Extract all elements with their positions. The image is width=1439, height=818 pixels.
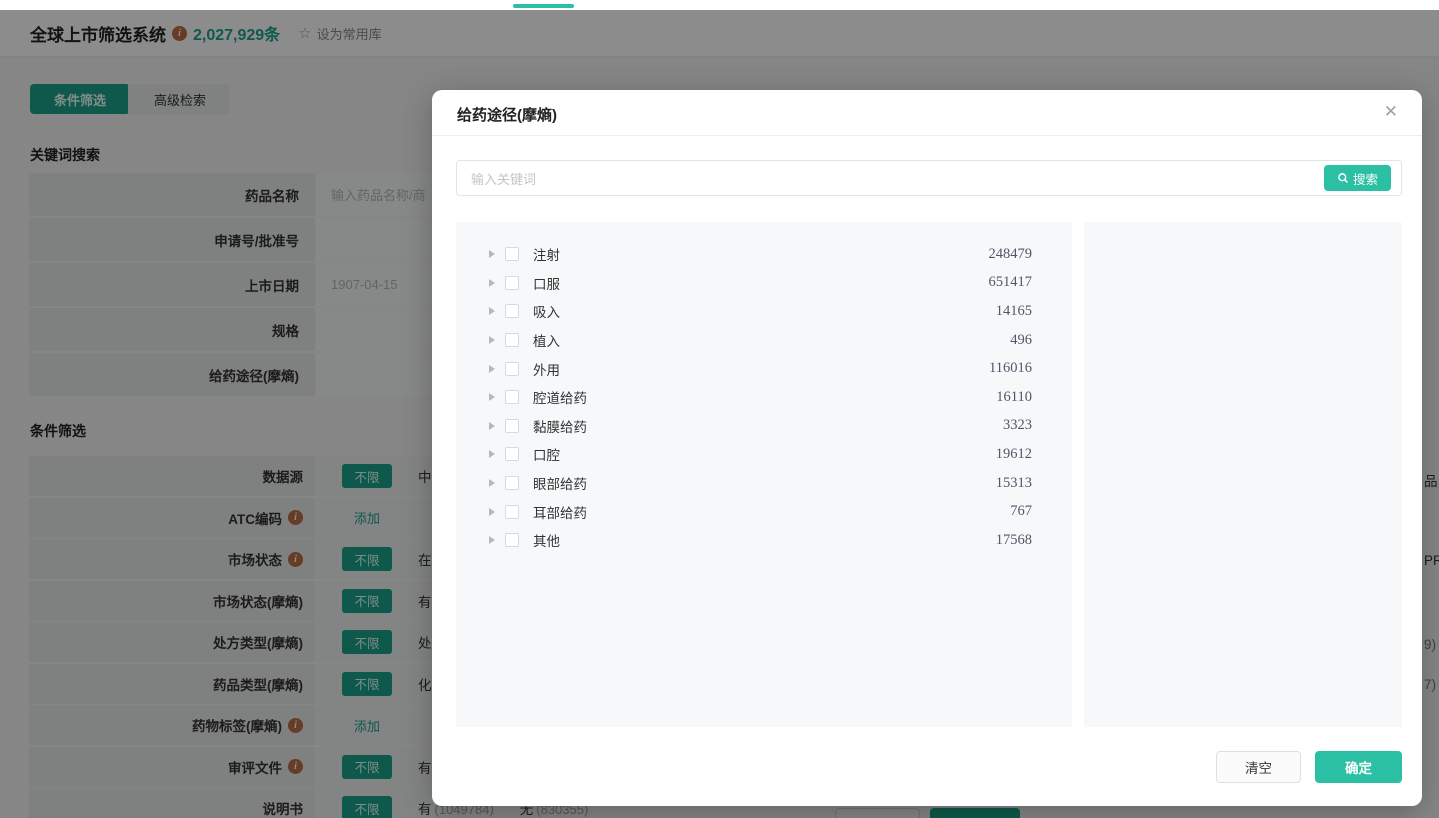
tree-label[interactable]: 吸入: [533, 301, 560, 321]
modal-search-input[interactable]: 输入关键词 搜索: [456, 160, 1402, 196]
clear-button[interactable]: 清空: [1216, 751, 1301, 783]
tree-row: 注射 248479: [456, 240, 1072, 269]
close-icon[interactable]: ✕: [1384, 103, 1398, 120]
search-button[interactable]: 搜索: [1324, 165, 1391, 191]
modal-header: 给药途径(摩熵) ✕: [432, 90, 1422, 136]
expand-caret-icon[interactable]: [489, 479, 495, 487]
route-tree-panel: 注射 248479 口服 651417 吸入 14165: [456, 222, 1072, 727]
search-placeholder: 输入关键词: [457, 169, 1324, 188]
route-of-administration-modal: 给药途径(摩熵) ✕ 输入关键词 搜索 注射 248479: [432, 90, 1422, 806]
tree-label[interactable]: 口服: [533, 273, 560, 293]
tree-label[interactable]: 耳部给药: [533, 502, 587, 522]
selected-items-panel: [1084, 222, 1402, 727]
tree-count: 248479: [989, 246, 1033, 263]
tree-checkbox[interactable]: [505, 333, 519, 347]
tree-label[interactable]: 眼部给药: [533, 473, 587, 493]
tree-checkbox[interactable]: [505, 390, 519, 404]
tree-count: 767: [1010, 503, 1032, 520]
tree-checkbox[interactable]: [505, 533, 519, 547]
tree-row: 眼部给药 15313: [456, 469, 1072, 498]
expand-caret-icon[interactable]: [489, 365, 495, 373]
modal-title: 给药途径(摩熵): [457, 104, 557, 125]
search-icon: [1337, 172, 1349, 184]
expand-caret-icon[interactable]: [489, 508, 495, 516]
modal-footer: 清空 确定: [432, 751, 1422, 783]
tree-row: 耳部给药 767: [456, 497, 1072, 526]
tree-row: 黏膜给药 3323: [456, 412, 1072, 441]
tree-row: 外用 116016: [456, 354, 1072, 383]
expand-caret-icon[interactable]: [489, 422, 495, 430]
tree-checkbox[interactable]: [505, 505, 519, 519]
active-tab-indicator: [513, 4, 574, 8]
tree-checkbox[interactable]: [505, 476, 519, 490]
tree-label[interactable]: 外用: [533, 359, 560, 379]
tree-label[interactable]: 黏膜给药: [533, 416, 587, 436]
top-strip: [0, 0, 1439, 10]
tree-count: 14165: [996, 303, 1032, 320]
tree-checkbox[interactable]: [505, 362, 519, 376]
expand-caret-icon[interactable]: [489, 536, 495, 544]
expand-caret-icon[interactable]: [489, 250, 495, 258]
expand-caret-icon[interactable]: [489, 336, 495, 344]
tree-label[interactable]: 植入: [533, 330, 560, 350]
tree-row: 口服 651417: [456, 269, 1072, 298]
tree-count: 651417: [989, 274, 1033, 291]
tree-checkbox[interactable]: [505, 247, 519, 261]
tree-row: 吸入 14165: [456, 297, 1072, 326]
tree-count: 3323: [1003, 417, 1032, 434]
tree-count: 15313: [996, 475, 1032, 492]
expand-caret-icon[interactable]: [489, 393, 495, 401]
expand-caret-icon[interactable]: [489, 279, 495, 287]
tree-checkbox[interactable]: [505, 447, 519, 461]
tree-label[interactable]: 其他: [533, 530, 560, 550]
confirm-button[interactable]: 确定: [1315, 751, 1402, 783]
expand-caret-icon[interactable]: [489, 307, 495, 315]
tree-count: 17568: [996, 532, 1032, 549]
tree-count: 116016: [989, 360, 1032, 377]
tree-label[interactable]: 口腔: [533, 444, 560, 464]
tree-count: 496: [1010, 332, 1032, 349]
tree-row: 腔道给药 16110: [456, 383, 1072, 412]
tree-checkbox[interactable]: [505, 419, 519, 433]
tree-label[interactable]: 腔道给药: [533, 387, 587, 407]
search-button-label: 搜索: [1353, 169, 1378, 188]
tree-row: 植入 496: [456, 326, 1072, 355]
tree-label[interactable]: 注射: [533, 244, 560, 264]
tree-checkbox[interactable]: [505, 276, 519, 290]
expand-caret-icon[interactable]: [489, 450, 495, 458]
tree-count: 19612: [996, 446, 1032, 463]
tree-row: 口腔 19612: [456, 440, 1072, 469]
tree-row: 其他 17568: [456, 526, 1072, 555]
tree-checkbox[interactable]: [505, 304, 519, 318]
screen: 全球上市筛选系统 i 2,027,929条 ☆ 设为常用库 条件筛选 高级检索 …: [0, 0, 1439, 818]
tree-count: 16110: [996, 389, 1032, 406]
